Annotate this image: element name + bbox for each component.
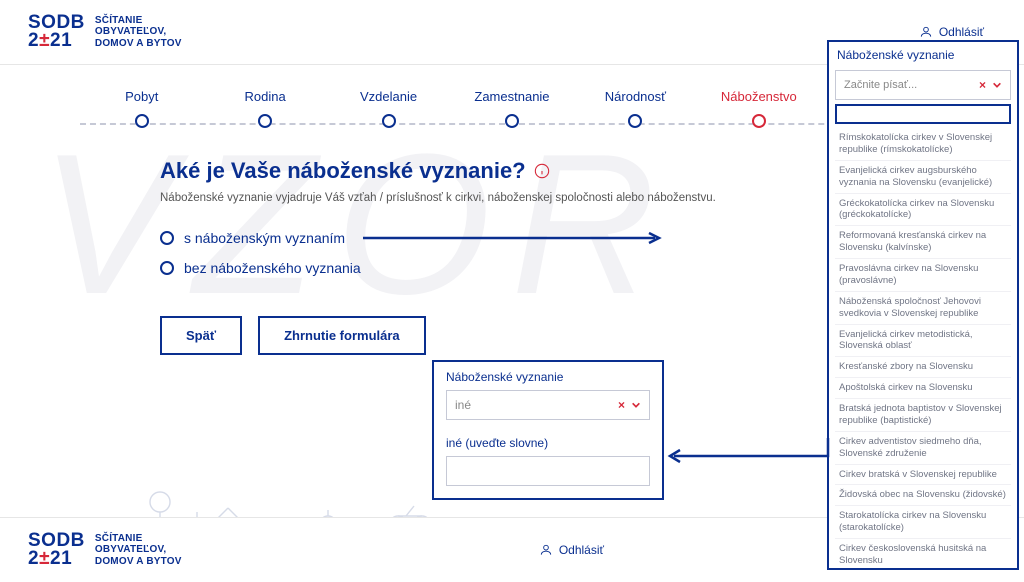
step-dot[interactable] bbox=[135, 114, 149, 128]
step-label[interactable]: Rodina bbox=[203, 89, 326, 104]
religion-option[interactable]: Evanjelická cirkev metodistická, Slovens… bbox=[835, 325, 1011, 358]
logo-tag3: DOMOV A BYTOV bbox=[95, 38, 182, 50]
radio-label: bez náboženského vyznania bbox=[184, 260, 361, 276]
step-label[interactable]: Vzdelanie bbox=[327, 89, 450, 104]
select-placeholder: Začnite písať... bbox=[844, 79, 917, 91]
step-label[interactable]: Pobyt bbox=[80, 89, 203, 104]
chevron-down-icon bbox=[631, 400, 641, 410]
religion-option[interactable]: Cirkev bratská v Slovenskej republike bbox=[835, 465, 1011, 486]
logout-icon bbox=[539, 543, 553, 557]
religion-search-input[interactable] bbox=[835, 104, 1011, 124]
step-label[interactable]: Náboženstvo bbox=[697, 89, 820, 104]
popup-title: Náboženské vyznanie bbox=[434, 362, 662, 390]
religion-option[interactable]: Židovská obec na Slovensku (židovské) bbox=[835, 485, 1011, 506]
step-dot[interactable] bbox=[505, 114, 519, 128]
popup-title: Náboženské vyznanie bbox=[829, 42, 1017, 64]
logo-tag2: OBYVATEĽOV, bbox=[95, 26, 182, 38]
logout-icon bbox=[919, 25, 933, 39]
religion-select-search[interactable]: Začnite písať... × bbox=[835, 70, 1011, 100]
popup-religion-other: Náboženské vyznanie iné × iné (uveďte sl… bbox=[432, 360, 664, 500]
radio-icon bbox=[160, 231, 174, 245]
logout-label: Odhlásiť bbox=[559, 543, 604, 557]
logo-2b: ± bbox=[39, 30, 50, 51]
arrow-illustration bbox=[363, 231, 663, 245]
logo-2c: 21 bbox=[50, 30, 72, 51]
religion-select[interactable]: iné × bbox=[446, 390, 650, 420]
logo-2a: 2 bbox=[28, 30, 39, 51]
logo-tagline: SČÍTANIE OBYVATEĽOV, DOMOV A BYTOV bbox=[95, 15, 182, 50]
religion-option[interactable]: Kresťanské zbory na Slovensku bbox=[835, 357, 1011, 378]
other-religion-input[interactable] bbox=[446, 456, 650, 486]
logo-footer: SODB 2±21 SČÍTANIE OBYVATEĽOV, DOMOV A B… bbox=[28, 532, 182, 568]
logout-link-footer[interactable]: Odhlásiť bbox=[539, 543, 604, 557]
info-icon[interactable] bbox=[534, 163, 550, 179]
summary-button[interactable]: Zhrnutie formulára bbox=[258, 316, 426, 355]
arrow-illustration-2 bbox=[664, 436, 832, 476]
religion-option-list: Rímskokatolícka cirkev v Slovenskej repu… bbox=[829, 128, 1017, 570]
religion-option[interactable]: Náboženská spoločnosť Jehovovi svedkovia… bbox=[835, 292, 1011, 325]
religion-option[interactable]: Cirkev československá husitská na Sloven… bbox=[835, 539, 1011, 570]
logo: SODB 2±21 SČÍTANIE OBYVATEĽOV, DOMOV A B… bbox=[28, 14, 182, 50]
step-label[interactable]: Národnosť bbox=[574, 89, 697, 104]
step-dot[interactable] bbox=[628, 114, 642, 128]
clear-icon[interactable]: × bbox=[618, 398, 625, 412]
religion-option[interactable]: Rímskokatolícka cirkev v Slovenskej repu… bbox=[835, 128, 1011, 161]
chevron-down-icon bbox=[992, 80, 1002, 90]
clear-icon[interactable]: × bbox=[979, 78, 986, 92]
question-text: Aké je Vaše náboženské vyznanie? bbox=[160, 158, 526, 184]
step-dot[interactable] bbox=[752, 114, 766, 128]
logout-label: Odhlásiť bbox=[939, 25, 984, 39]
logout-link[interactable]: Odhlásiť bbox=[919, 25, 984, 39]
back-button[interactable]: Späť bbox=[160, 316, 242, 355]
radio-icon bbox=[160, 261, 174, 275]
select-value: iné bbox=[455, 398, 471, 412]
religion-option[interactable]: Cirkev adventistov siedmeho dňa, Slovens… bbox=[835, 432, 1011, 465]
logo-tag1: SČÍTANIE bbox=[95, 15, 182, 27]
logo-mark: SODB 2±21 bbox=[28, 14, 85, 50]
religion-option[interactable]: Evanjelická cirkev augsburského vyznania… bbox=[835, 161, 1011, 194]
religion-option[interactable]: Reformovaná kresťanská cirkev na Slovens… bbox=[835, 226, 1011, 259]
other-label: iné (uveďte slovne) bbox=[434, 430, 662, 456]
popup-religion-dropdown: Náboženské vyznanie Začnite písať... × R… bbox=[827, 40, 1019, 570]
religion-option[interactable]: Bratská jednota baptistov v Slovenskej r… bbox=[835, 399, 1011, 432]
step-dot[interactable] bbox=[382, 114, 396, 128]
religion-option[interactable]: Apoštolská cirkev na Slovensku bbox=[835, 378, 1011, 399]
religion-option[interactable]: Gréckokatolícka cirkev na Slovensku (gré… bbox=[835, 194, 1011, 227]
radio-label: s náboženským vyznaním bbox=[184, 230, 345, 246]
religion-option[interactable]: Starokatolícka cirkev na Slovensku (star… bbox=[835, 506, 1011, 539]
religion-option[interactable]: Pravoslávna cirkev na Slovensku (pravosl… bbox=[835, 259, 1011, 292]
step-label[interactable]: Zamestnanie bbox=[450, 89, 573, 104]
step-dot[interactable] bbox=[258, 114, 272, 128]
